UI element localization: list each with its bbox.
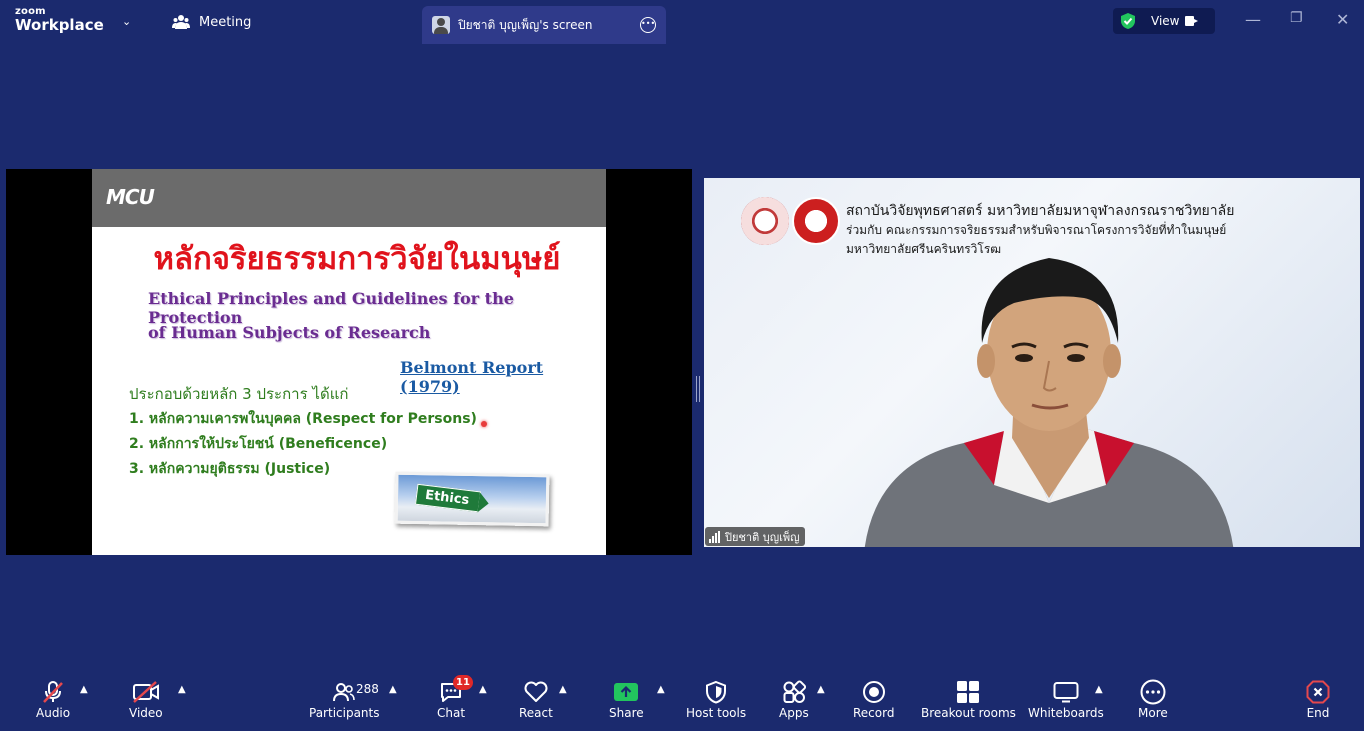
- microphone-muted-icon: [43, 681, 63, 703]
- university-seal-icon: [792, 197, 840, 245]
- belmont-report-label: Belmont Report (1979): [400, 358, 544, 396]
- react-options-caret-icon[interactable]: ▲: [559, 684, 567, 695]
- ethics-sign-image: Ethics: [394, 471, 550, 527]
- more-icon: [1140, 679, 1166, 705]
- video-banner-line2: ร่วมกับ คณะกรรมการจริยธรรมสำหรับพิจารณาโ…: [846, 223, 1227, 237]
- breakout-rooms-button[interactable]: Breakout rooms: [921, 678, 1016, 720]
- close-icon[interactable]: ✕: [1336, 10, 1349, 29]
- more-label: More: [1138, 706, 1168, 720]
- participants-label: Participants: [309, 706, 380, 720]
- whiteboards-options-caret-icon[interactable]: ▲: [1095, 684, 1103, 695]
- slide-intro: ประกอบด้วยหลัก 3 ประการ ได้แก่: [129, 385, 349, 403]
- participant-name: ปิยชาติ บุญเพ็ญ: [725, 530, 800, 544]
- host-tools-button[interactable]: Host tools: [686, 678, 746, 720]
- participants-options-caret-icon[interactable]: ▲: [389, 684, 397, 695]
- meeting-label: Meeting: [199, 14, 252, 30]
- logo-line2: Workplace: [15, 16, 104, 34]
- slide-header-bar: MCU: [92, 169, 606, 227]
- record-icon: [862, 681, 885, 703]
- chat-label: Chat: [437, 706, 466, 720]
- meeting-toolbar: Audio ▲ Video ▲ Participants 288 ▲ 11 Ch…: [0, 670, 1364, 731]
- participant-name-tag: ปิยชาติ บุญเพ็ญ: [705, 527, 806, 546]
- view-icon: [1185, 16, 1199, 26]
- whiteboard-icon: [1053, 682, 1079, 703]
- share-label: Share: [609, 706, 644, 720]
- ethics-sign-text: Ethics: [414, 483, 482, 513]
- end-meeting-icon: [1306, 680, 1330, 704]
- minimize-icon[interactable]: —: [1245, 10, 1261, 29]
- view-button[interactable]: View: [1151, 14, 1199, 28]
- participants-icon: [333, 683, 356, 702]
- laser-pointer: [481, 421, 487, 427]
- apps-icon: [783, 680, 806, 703]
- chat-unread-badge: 11: [453, 675, 474, 690]
- shared-screen[interactable]: MCU หลักจริยธรรมการวิจัยในมนุษย์ Ethical…: [6, 169, 692, 555]
- host-tools-shield-icon: [706, 680, 727, 704]
- video-banner-line1: สถาบันวิจัยพุทธศาสตร์ มหาวิทยาลัยมหาจุฬา…: [846, 203, 1235, 219]
- restore-icon[interactable]: ❐: [1290, 10, 1303, 26]
- share-options-caret-icon[interactable]: ▲: [657, 684, 665, 695]
- chat-options-caret-icon[interactable]: ▲: [479, 684, 487, 695]
- avatar: [432, 16, 450, 34]
- react-label: React: [519, 706, 553, 720]
- video-label: Video: [129, 706, 163, 720]
- screen-share-tab[interactable]: ปิยชาติ บุญเพ็ญ's screen •••: [422, 6, 666, 44]
- video-options-caret-icon[interactable]: ▲: [178, 684, 186, 695]
- view-label: View: [1151, 14, 1180, 28]
- chevron-down-icon[interactable]: ⌄: [122, 15, 131, 28]
- zoom-workplace-logo[interactable]: zoom Workplace: [15, 7, 104, 33]
- record-label: Record: [853, 706, 895, 720]
- apps-options-caret-icon[interactable]: ▲: [817, 684, 825, 695]
- host-tools-label: Host tools: [686, 706, 747, 720]
- audio-button[interactable]: Audio: [36, 678, 70, 720]
- view-group: View: [1113, 8, 1215, 34]
- record-button[interactable]: Record: [853, 678, 894, 720]
- security-shield-icon[interactable]: [1119, 12, 1137, 30]
- apps-label: Apps: [779, 706, 809, 720]
- meeting-tab[interactable]: Meeting: [172, 14, 251, 30]
- principle-item: 1. หลักความเคารพในบุคคล (Respect for Per…: [129, 411, 477, 427]
- university-seal-icon: [741, 197, 789, 245]
- presentation-slide: MCU หลักจริยธรรมการวิจัยในมนุษย์ Ethical…: [92, 169, 606, 555]
- react-button[interactable]: React: [519, 678, 553, 720]
- principle-item: 3. หลักความยุติธรรม (Justice): [129, 461, 331, 477]
- slide-title: หลักจริยธรรมการวิจัยในมนุษย์: [153, 241, 561, 277]
- chat-button[interactable]: 11 Chat: [437, 675, 474, 720]
- audio-label: Audio: [36, 706, 71, 720]
- end-meeting-button[interactable]: End: [1306, 678, 1330, 720]
- heart-icon: [524, 681, 548, 702]
- more-button[interactable]: More: [1138, 678, 1168, 720]
- share-button[interactable]: Share: [609, 678, 644, 720]
- slide-subtitle-line2: of Human Subjects of Research: [148, 323, 431, 342]
- breakout-rooms-icon: [957, 681, 980, 703]
- camera-off-icon: [132, 681, 159, 703]
- participants-count: 288: [356, 682, 379, 696]
- whiteboards-button[interactable]: Whiteboards: [1028, 678, 1104, 720]
- video-button[interactable]: Video: [129, 678, 163, 720]
- split-view-handle[interactable]: [696, 376, 700, 402]
- slide-logo: MCU: [106, 185, 155, 209]
- participant-person: [864, 258, 1234, 547]
- people-icon: [172, 15, 190, 29]
- slide-subtitle-line1: Ethical Principles and Guidelines for th…: [148, 289, 514, 327]
- title-bar: zoom Workplace ⌄ Meeting ปิยชาติ บุญเพ็ญ…: [0, 0, 1364, 44]
- breakout-rooms-label: Breakout rooms: [921, 706, 1016, 720]
- participant-video-tile[interactable]: สถาบันวิจัยพุทธศาสตร์ มหาวิทยาลัยมหาจุฬา…: [704, 178, 1360, 547]
- apps-button[interactable]: Apps: [779, 678, 809, 720]
- end-label: End: [1306, 706, 1330, 720]
- more-options-icon[interactable]: •••: [640, 17, 656, 33]
- screen-tab-label: ปิยชาติ บุญเพ็ญ's screen: [458, 17, 593, 32]
- signal-strength-icon: [709, 530, 720, 543]
- whiteboards-label: Whiteboards: [1028, 706, 1104, 720]
- share-screen-icon: [614, 683, 639, 701]
- principle-item: 2. หลักการให้ประโยชน์ (Beneficence): [129, 436, 388, 452]
- slide-logo-text: MCU: [106, 185, 155, 209]
- audio-options-caret-icon[interactable]: ▲: [80, 684, 88, 695]
